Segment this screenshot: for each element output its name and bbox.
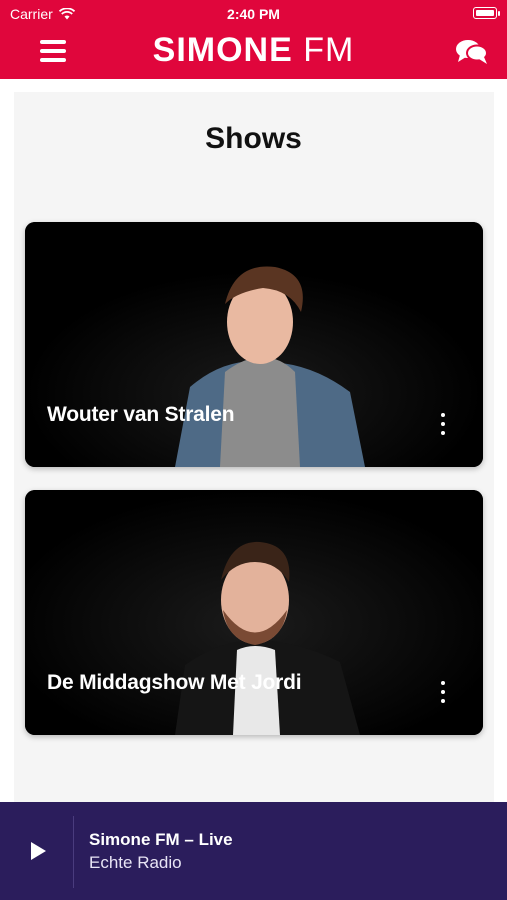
clock: 2:40 PM <box>227 6 280 22</box>
more-options-icon[interactable] <box>439 681 447 703</box>
app-logo: SIMONE FM <box>0 33 507 67</box>
play-icon[interactable] <box>28 840 48 862</box>
player-title: Simone FM – Live <box>89 830 233 849</box>
now-playing-bar[interactable]: Simone FM – Live Echte Radio <box>0 802 507 900</box>
player-divider <box>73 816 74 888</box>
page-title: Shows <box>205 122 302 155</box>
show-photo <box>25 490 483 735</box>
app-header: Carrier 2:40 PM SIMONE FM <box>0 0 507 79</box>
battery-icon <box>473 7 500 19</box>
show-photo <box>25 222 483 467</box>
logo-text-light: FM <box>303 31 355 69</box>
more-options-icon[interactable] <box>439 413 447 435</box>
show-card[interactable]: Wouter van Stralen <box>25 222 483 467</box>
player-subtitle: Echte Radio <box>89 853 182 872</box>
chat-icon[interactable] <box>455 38 489 66</box>
logo-text-bold: SIMONE <box>152 31 293 69</box>
status-bar: Carrier 2:40 PM <box>0 0 507 26</box>
show-title: Wouter van Stralen <box>47 403 235 426</box>
show-card[interactable]: De Middagshow Met Jordi <box>25 490 483 735</box>
show-title: De Middagshow Met Jordi <box>47 671 302 694</box>
